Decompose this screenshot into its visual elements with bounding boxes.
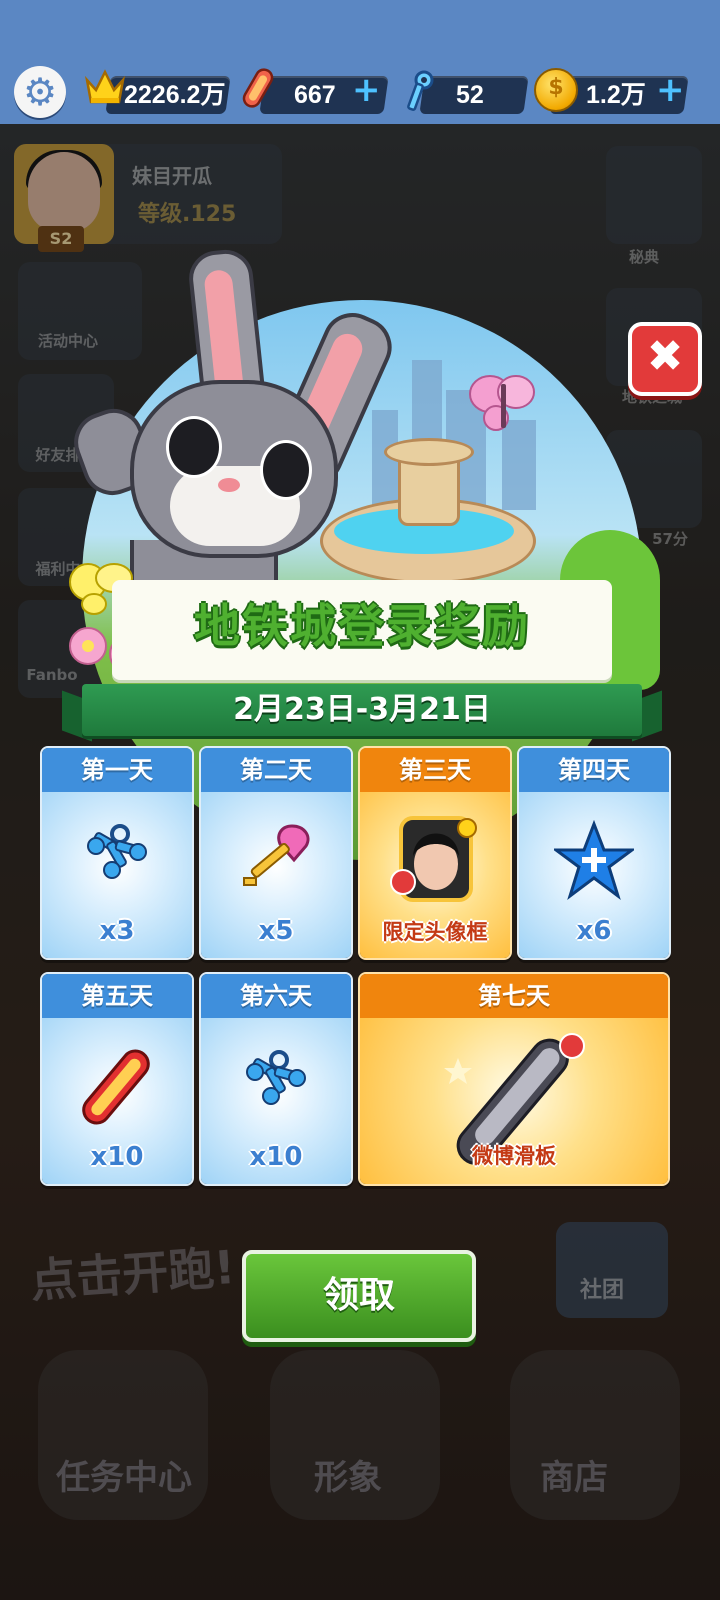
reward-day-label: 第七天 (360, 974, 668, 1018)
bunny-eye-right (260, 440, 312, 500)
bunny-nose (218, 478, 240, 492)
reward-day-label: 第四天 (519, 748, 669, 792)
reward-label: 微博滑板 (472, 1144, 556, 1168)
coin-icon: $ (534, 68, 578, 112)
close-icon: ✖ (646, 331, 684, 382)
hoverboard-count: 667 (294, 81, 336, 109)
pink-butterfly-icon (469, 375, 535, 431)
reward-card-day3[interactable]: 第三天 限定头像框 (358, 746, 512, 960)
keys-bundle-icon (87, 824, 147, 879)
reward-label: 限定头像框 (382, 920, 488, 944)
reward-quantity: x10 (90, 1142, 144, 1172)
key-icon (407, 70, 434, 111)
reward-card-day6[interactable]: 第六天 x10 (199, 972, 353, 1186)
reward-card-day2[interactable]: 第二天 x5 (199, 746, 353, 960)
reward-quantity: x5 (258, 916, 294, 946)
crown-icon (84, 69, 126, 104)
trophy-count: 2226.2万 (124, 81, 226, 109)
reward-day-label: 第五天 (42, 974, 192, 1018)
add-coins-button[interactable]: + (656, 70, 685, 110)
reward-day-label: 第三天 (360, 748, 510, 792)
gear-icon: ⚙ (22, 70, 58, 114)
coin-count: 1.2万 (586, 81, 646, 109)
settings-button[interactable]: ⚙ (14, 66, 66, 118)
golden-key-icon (243, 824, 310, 886)
key-count: 52 (456, 81, 484, 109)
event-date-range: 2月23日-3月21日 (233, 692, 491, 727)
reward-day-label: 第六天 (201, 974, 351, 1018)
claim-button[interactable]: 领取 (242, 1250, 476, 1342)
reward-day-label: 第二天 (201, 748, 351, 792)
hoverboard-icon (82, 1049, 150, 1125)
reward-day-label: 第一天 (42, 748, 192, 792)
reward-quantity: x3 (99, 916, 135, 946)
reward-card-day7[interactable]: 第七天 微博滑板 (358, 972, 670, 1186)
reward-card-day1[interactable]: 第一天 x3 (40, 746, 194, 960)
avatar-frame-icon (390, 816, 477, 902)
close-button[interactable]: ✖ (628, 322, 702, 396)
reward-quantity: x10 (249, 1142, 303, 1172)
add-hoverboards-button[interactable]: + (352, 70, 381, 110)
fountain-top (384, 438, 474, 466)
hoverboard-icon (242, 68, 274, 108)
reward-card-day5[interactable]: 第五天 x10 (40, 972, 194, 1186)
bunny-eye-left (166, 416, 222, 478)
reward-quantity: x6 (576, 916, 612, 946)
reward-card-day4[interactable]: 第四天 x6 (517, 746, 671, 960)
dialog-title: 地铁城登录奖励 (194, 599, 530, 653)
keys-bundle-icon (246, 1050, 306, 1105)
score-booster-star-icon (554, 820, 634, 900)
